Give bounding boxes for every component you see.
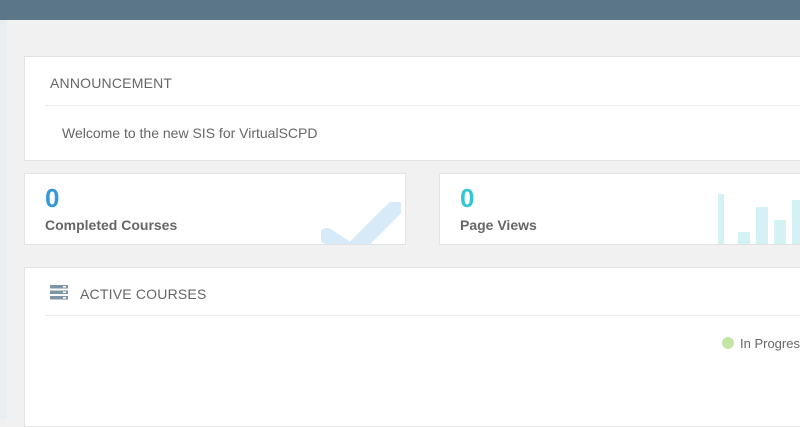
page-views-label: Page Views <box>460 217 537 233</box>
active-courses-panel: ACTIVE COURSES In Progress <box>24 267 800 427</box>
legend-in-progress-dot <box>722 337 734 349</box>
server-icon <box>50 285 68 300</box>
active-courses-title: ACTIVE COURSES <box>80 286 207 302</box>
announcement-divider <box>45 105 800 106</box>
completed-courses-label: Completed Courses <box>45 217 178 233</box>
page-views-card[interactable]: 0 Page Views <box>439 173 800 245</box>
chart-legend: In Progress <box>722 336 800 351</box>
sidebar-edge <box>0 0 7 419</box>
top-header-bar <box>0 0 800 20</box>
active-courses-divider <box>45 315 800 316</box>
completed-courses-count: 0 <box>45 183 60 213</box>
announcement-panel: ANNOUNCEMENT Welcome to the new SIS for … <box>24 56 800 161</box>
bar-chart-icon <box>718 194 800 244</box>
completed-courses-card[interactable]: 0 Completed Courses <box>24 173 406 245</box>
page-views-count: 0 <box>460 183 475 213</box>
legend-in-progress-label: In Progress <box>740 336 800 351</box>
check-icon <box>321 202 401 244</box>
announcement-title: ANNOUNCEMENT <box>50 75 173 91</box>
announcement-message: Welcome to the new SIS for VirtualSCPD <box>62 125 318 141</box>
